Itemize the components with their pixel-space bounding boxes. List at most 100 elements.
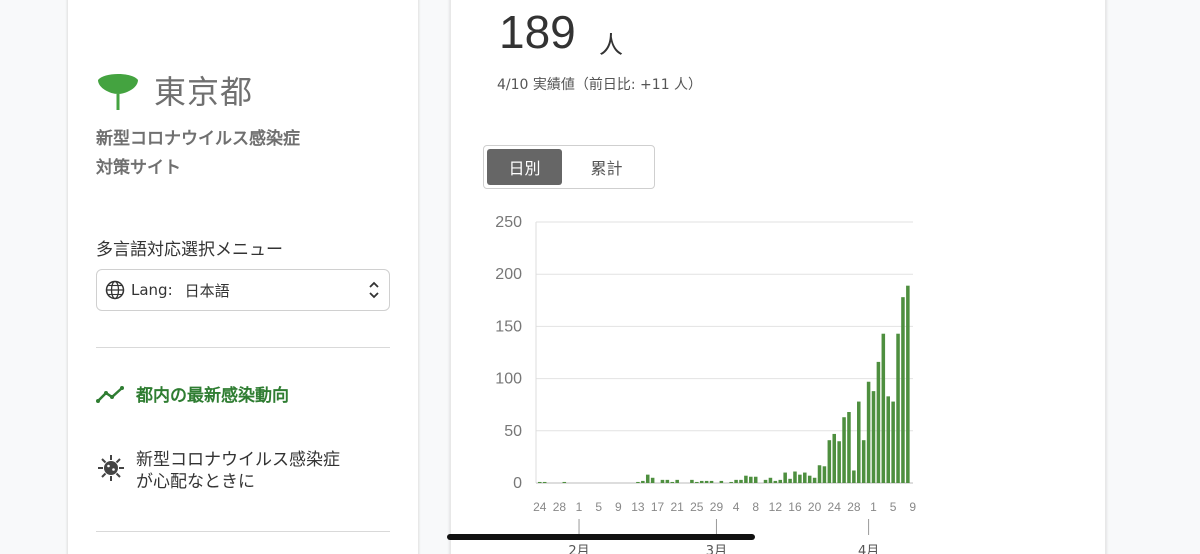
bar	[690, 479, 694, 483]
x-tick-label: 12	[769, 500, 783, 514]
y-tick-label: 50	[504, 423, 522, 440]
bar	[896, 333, 900, 483]
bar	[842, 417, 846, 483]
bar	[881, 333, 886, 483]
bar	[832, 433, 837, 483]
month-label: 4月	[858, 544, 879, 554]
x-tick-label: 4	[733, 500, 740, 514]
x-tick-label: 28	[553, 500, 567, 514]
x-tick-label: 5	[890, 500, 897, 514]
bar	[675, 479, 679, 483]
site-title-line2: 対策サイト	[96, 158, 181, 178]
x-tick-label: 24	[533, 500, 547, 514]
bar	[695, 481, 699, 483]
x-tick-label: 28	[847, 500, 861, 514]
bar	[562, 481, 567, 483]
y-tick-label: 150	[495, 318, 522, 335]
x-tick-label: 13	[631, 500, 645, 514]
month-label: 3月	[706, 544, 727, 554]
y-tick-label: 250	[495, 214, 522, 231]
bar	[538, 481, 542, 483]
nav-item-when-worried[interactable]: 新型コロナウイルス感染症 が心配なときに	[96, 449, 340, 493]
bar	[827, 440, 832, 483]
bar	[753, 476, 758, 483]
main-card: 189 人 4/10 実績値（前日比: +11 人） 日別 累計 0 50 100 1…	[450, 0, 1106, 554]
bar	[837, 441, 841, 483]
bar	[636, 481, 640, 483]
month-label: 2月	[568, 544, 589, 554]
x-tick-label: 20	[808, 500, 822, 514]
bar	[650, 477, 655, 483]
lang-prefix: Lang:	[131, 281, 173, 299]
bar	[866, 381, 871, 483]
bar	[871, 391, 876, 483]
bar	[542, 481, 547, 483]
logo-text: 東京都	[154, 73, 254, 111]
bar	[901, 297, 905, 483]
bar	[768, 477, 773, 483]
bar	[876, 361, 881, 483]
bar	[778, 479, 783, 483]
bar	[704, 480, 709, 483]
x-tick-label: 21	[671, 500, 685, 514]
x-tick-label: 17	[651, 500, 665, 514]
x-tick-label: 1	[576, 500, 583, 514]
bar	[670, 481, 675, 483]
bar	[783, 472, 787, 483]
bar	[891, 401, 895, 483]
lang-value: 日本語	[184, 281, 230, 300]
nav-label-line2: が心配なときに	[136, 472, 255, 492]
bar	[699, 480, 704, 483]
bar	[734, 479, 738, 483]
x-tick-label: 1	[870, 500, 877, 514]
bar	[812, 477, 817, 483]
language-select[interactable]: Lang: 日本語	[96, 269, 390, 311]
y-tick-label: 0	[513, 475, 522, 492]
bar	[641, 480, 645, 483]
chart-line-icon	[96, 386, 124, 403]
bar	[857, 401, 861, 483]
bar	[744, 475, 748, 483]
bar	[906, 285, 910, 483]
y-tick-label: 200	[495, 266, 522, 283]
bar	[886, 396, 890, 483]
x-tick-label: 9	[909, 500, 916, 514]
y-tick-label: 100	[495, 371, 522, 388]
divider	[96, 347, 390, 348]
chevron-updown-icon	[369, 281, 379, 299]
bar	[798, 474, 802, 483]
bar	[822, 466, 827, 483]
virus-icon	[98, 455, 124, 481]
divider	[96, 531, 390, 532]
bar	[847, 412, 851, 483]
bar	[719, 480, 724, 483]
nav-label: 新型コロナウイルス感染症 が心配なときに	[136, 449, 340, 493]
home-indicator[interactable]	[447, 534, 755, 540]
site-title-line1: 新型コロナウイルス感染症	[96, 129, 300, 149]
bar	[793, 471, 797, 483]
bar	[852, 470, 856, 483]
bar	[665, 479, 670, 483]
bar	[729, 481, 733, 483]
bar	[788, 478, 792, 483]
ginkgo-leaf-icon	[98, 74, 138, 110]
bar	[739, 479, 743, 483]
tokyo-logo[interactable]: 東京都	[96, 67, 253, 113]
bar	[803, 472, 807, 483]
globe-icon	[105, 280, 125, 300]
x-tick-label: 16	[788, 500, 802, 514]
x-tick-label: 24	[828, 500, 842, 514]
bar	[861, 440, 866, 483]
daily-cases-bar-chart: 05010015020025024 28 1 5 9 13 17 21 25 29 4 8 12 16 20…	[495, 214, 916, 554]
x-tick-label: 9	[615, 500, 622, 514]
x-tick-label: 8	[752, 500, 759, 514]
x-tick-label: 5	[595, 500, 602, 514]
bar	[709, 480, 714, 483]
sidebar: 東京都 新型コロナウイルス感染症 対策サイト 多言語対応選択メニュー Lang:…	[67, 0, 419, 554]
bar	[660, 479, 665, 483]
bar	[763, 479, 768, 483]
bar	[645, 474, 650, 483]
nav-item-latest-trends[interactable]: 都内の最新感染動向	[96, 385, 289, 407]
lang-menu-label: 多言語対応選択メニュー	[96, 240, 283, 260]
bar	[749, 476, 753, 483]
